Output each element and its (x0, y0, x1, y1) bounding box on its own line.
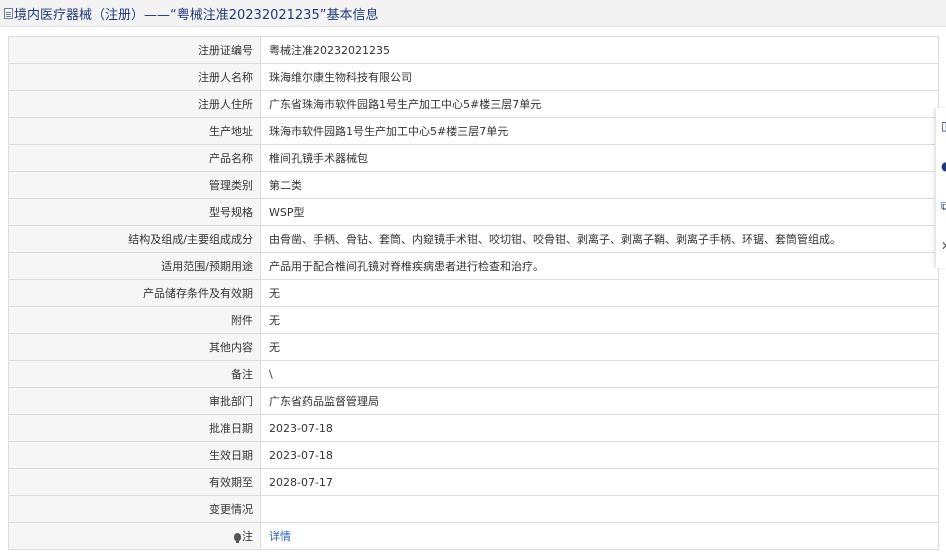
document-icon[interactable]: ▯ (941, 120, 946, 132)
row-value: \ (260, 360, 939, 388)
row-label: 有效期至 (8, 468, 261, 496)
table-row: 变更情况 (8, 495, 939, 523)
row-value: 珠海维尔康生物科技有限公司 (260, 63, 939, 91)
row-label: 结构及组成/主要组成成分 (8, 225, 261, 253)
table-row: 适用范围/预期用途 产品用于配合椎间孔镜对脊椎疾病患者进行检查和治疗。 (8, 252, 939, 280)
lightbulb-icon (234, 533, 241, 543)
row-value: 广东省药品监督管理局 (260, 387, 939, 415)
table-row: 有效期至 2028-07-17 (8, 468, 939, 496)
table-row: 注册证编号 粤械注准20232021235 (8, 36, 939, 64)
row-value: 珠海市软件园路1号生产加工中心5#楼三层7单元 (260, 117, 939, 145)
row-value: 2028-07-17 (260, 468, 939, 496)
row-label: 注册证编号 (8, 36, 261, 64)
copy-icon[interactable]: ⧉ (941, 200, 946, 212)
table-row: 型号规格 WSP型 (8, 198, 939, 226)
row-value (260, 495, 939, 523)
row-label: 注册人名称 (8, 63, 261, 91)
row-value: 无 (260, 279, 939, 307)
row-label: 批准日期 (8, 414, 261, 442)
table-row: 审批部门 广东省药品监督管理局 (8, 387, 939, 415)
row-label: 其他内容 (8, 333, 261, 361)
table-row: 注册人住所 广东省珠海市软件园路1号生产加工中心5#楼三层7单元 (8, 90, 939, 118)
row-label: 产品储存条件及有效期 (8, 279, 261, 307)
table-row: 产品名称 椎间孔镜手术器械包 (8, 144, 939, 172)
table-row: 结构及组成/主要组成成分 由骨凿、手柄、骨钻、套筒、内窥镜手术钳、咬切钳、咬骨钳… (8, 225, 939, 253)
row-label: 附件 (8, 306, 261, 334)
details-link[interactable]: 详情 (269, 530, 291, 543)
table-row: 其他内容 无 (8, 333, 939, 361)
circle-icon[interactable]: ● (941, 160, 946, 172)
row-value: 椎间孔镜手术器械包 (260, 144, 939, 172)
row-value: 2023-07-18 (260, 441, 939, 469)
table-row: 产品储存条件及有效期 无 (8, 279, 939, 307)
row-value: 产品用于配合椎间孔镜对脊椎疾病患者进行检查和治疗。 (260, 252, 939, 280)
table-row: 管理类别 第二类 (8, 171, 939, 199)
table-row: 生产地址 珠海市软件园路1号生产加工中心5#楼三层7单元 (8, 117, 939, 145)
close-icon[interactable]: ✕ (941, 240, 946, 252)
table-row: 备注 \ (8, 360, 939, 388)
table-row: 生效日期 2023-07-18 (8, 441, 939, 469)
row-value: 由骨凿、手柄、骨钻、套筒、内窥镜手术钳、咬切钳、咬骨钳、剥离子、剥离子鞘、剥离子… (260, 225, 939, 253)
row-label: 备注 (8, 360, 261, 388)
note-label: 注 (242, 530, 253, 543)
note-value-cell: 详情 (260, 522, 939, 550)
row-value: WSP型 (260, 198, 939, 226)
row-label: 变更情况 (8, 495, 261, 523)
side-toolbar: ▯ ● ⧉ ✕ (935, 108, 946, 268)
title-bar: 境内医疗器械（注册）——“粤械注准20232021235”基本信息 (0, 0, 946, 27)
row-label: 注册人住所 (8, 90, 261, 118)
row-label: 产品名称 (8, 144, 261, 172)
note-label-cell: 注 (8, 522, 261, 550)
info-table: 注册证编号 粤械注准20232021235 注册人名称 珠海维尔康生物科技有限公… (8, 36, 939, 550)
row-value: 2023-07-18 (260, 414, 939, 442)
row-label: 生产地址 (8, 117, 261, 145)
page-title: 境内医疗器械（注册）——“粤械注准20232021235”基本信息 (14, 7, 379, 23)
row-value: 无 (260, 333, 939, 361)
row-label: 适用范围/预期用途 (8, 252, 261, 280)
row-value: 粤械注准20232021235 (260, 36, 939, 64)
row-label: 管理类别 (8, 171, 261, 199)
row-label: 审批部门 (8, 387, 261, 415)
row-label: 生效日期 (8, 441, 261, 469)
row-label: 型号规格 (8, 198, 261, 226)
row-value: 广东省珠海市软件园路1号生产加工中心5#楼三层7单元 (260, 90, 939, 118)
table-row: 注册人名称 珠海维尔康生物科技有限公司 (8, 63, 939, 91)
row-value: 第二类 (260, 171, 939, 199)
table-row-note: 注 详情 (8, 522, 939, 550)
table-row: 批准日期 2023-07-18 (8, 414, 939, 442)
row-value: 无 (260, 306, 939, 334)
document-icon (4, 7, 13, 19)
table-row: 附件 无 (8, 306, 939, 334)
